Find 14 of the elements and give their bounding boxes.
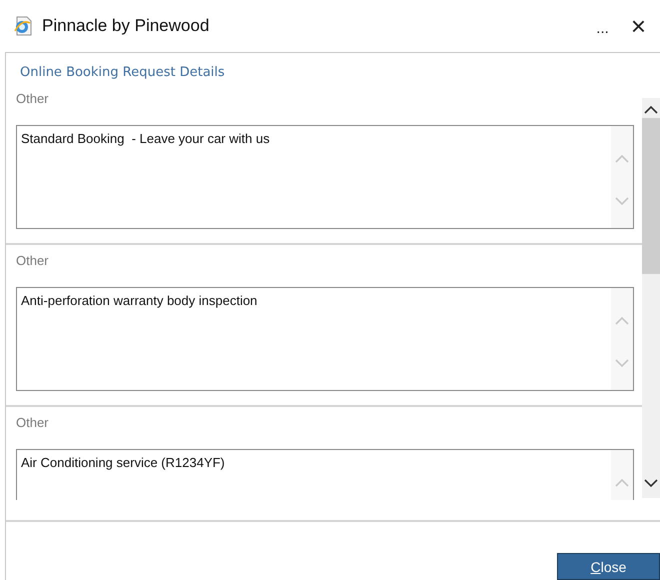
field-label: Other xyxy=(16,252,50,270)
close-button[interactable]: × xyxy=(630,10,646,42)
close-dialog-button[interactable]: Close xyxy=(557,553,660,580)
more-button[interactable]: ... xyxy=(596,16,609,36)
scroll-up-icon[interactable] xyxy=(644,105,658,114)
text-area[interactable]: Air Conditioning service (R1234YF) xyxy=(16,449,634,500)
field-label: Other xyxy=(16,414,50,432)
scrollbar-thumb[interactable] xyxy=(642,118,660,274)
scroll-down-icon[interactable] xyxy=(644,479,658,488)
section-heading: Online Booking Request Details xyxy=(19,64,226,82)
window-title: Pinnacle by Pinewood xyxy=(42,16,210,36)
app-icon xyxy=(12,15,34,37)
scrollbar[interactable] xyxy=(642,98,660,498)
field-label: Other xyxy=(16,90,50,108)
